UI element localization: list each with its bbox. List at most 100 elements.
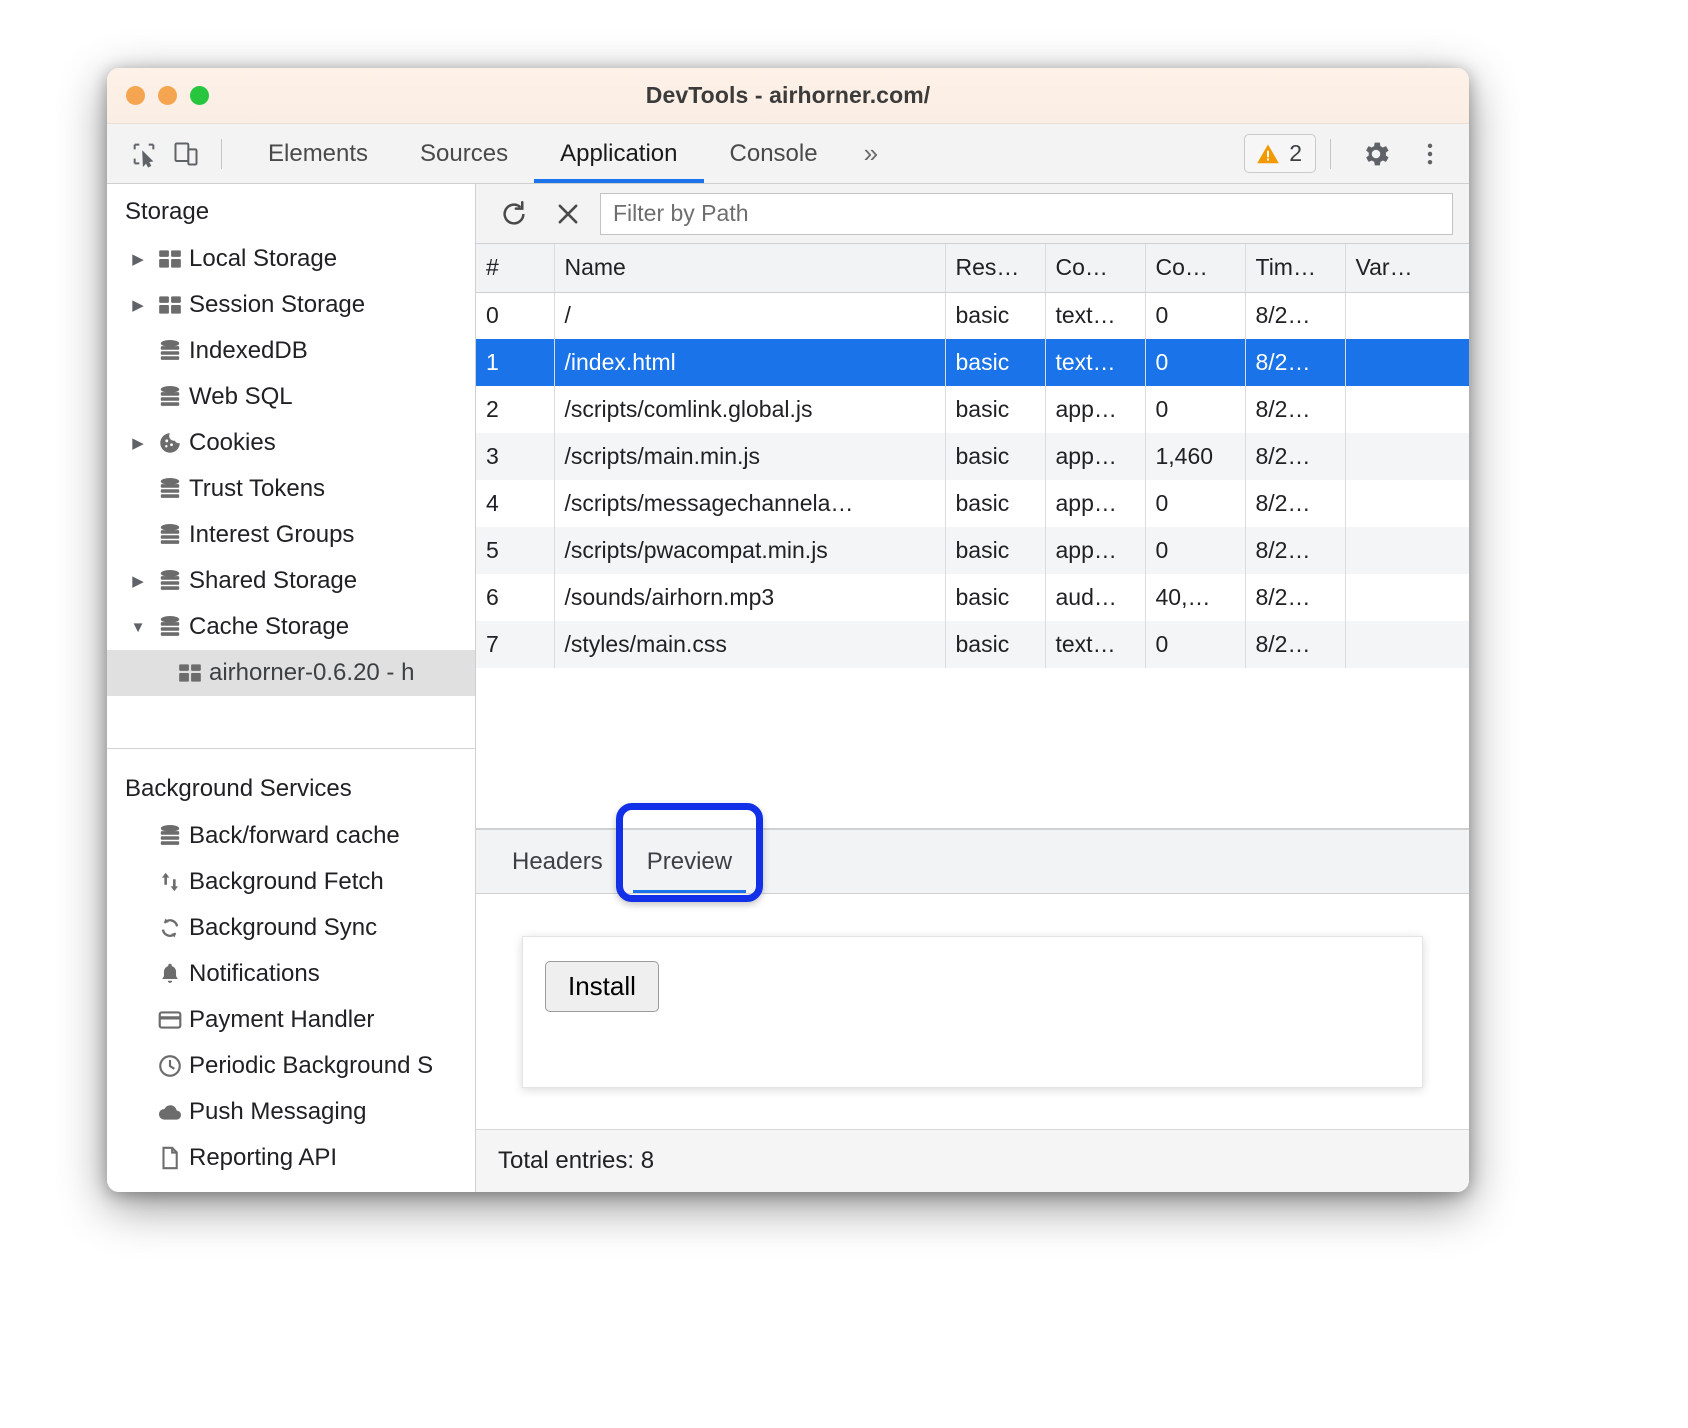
- clock-icon: [151, 1053, 189, 1079]
- sidebar-item-background-sync[interactable]: ▶ Background Sync: [107, 905, 475, 951]
- tab-sources-label: Sources: [420, 140, 508, 168]
- sidebar-item-indexeddb[interactable]: ▶ IndexedDB: [107, 328, 475, 374]
- tab-sources[interactable]: Sources: [394, 124, 534, 183]
- column-header-content-type[interactable]: Co…: [1045, 244, 1145, 292]
- kebab-menu-icon[interactable]: [1407, 131, 1453, 177]
- cell-response: basic: [945, 386, 1045, 433]
- sidebar-item-web-sql[interactable]: ▶ Web SQL: [107, 374, 475, 420]
- sidebar-item-label: Session Storage: [189, 291, 365, 319]
- chevron-down-icon[interactable]: ▼: [125, 619, 151, 636]
- filter-by-path-input[interactable]: [600, 193, 1453, 235]
- warning-count-label: 2: [1289, 140, 1302, 167]
- panel-tabs: Elements Sources Application Console »: [242, 124, 896, 183]
- sidebar-item-interest-groups[interactable]: ▶ Interest Groups: [107, 512, 475, 558]
- cell-time: 8/2…: [1245, 574, 1345, 621]
- tab-elements[interactable]: Elements: [242, 124, 394, 183]
- window-title: DevTools - airhorner.com/: [107, 82, 1469, 109]
- cell-time: 8/2…: [1245, 386, 1345, 433]
- column-header-name[interactable]: Name: [554, 244, 945, 292]
- cell-content-length: 0: [1145, 480, 1245, 527]
- sidebar-item-label: Background Sync: [189, 914, 377, 942]
- inspect-cursor-icon[interactable]: [123, 133, 165, 175]
- sidebar-item-label: Trust Tokens: [189, 475, 325, 503]
- tab-preview[interactable]: Preview: [625, 830, 754, 893]
- sidebar-item-local-storage[interactable]: ▶ Local Storage: [107, 236, 475, 282]
- chevron-right-icon[interactable]: ▶: [125, 296, 151, 314]
- tab-application[interactable]: Application: [534, 124, 703, 183]
- tab-headers[interactable]: Headers: [490, 830, 625, 893]
- more-panels-chevron-icon[interactable]: »: [844, 138, 896, 169]
- entry-detail-drawer: Headers Preview Install: [476, 829, 1469, 1130]
- chevron-right-icon[interactable]: ▶: [125, 250, 151, 268]
- cell-vary: [1345, 527, 1469, 574]
- cell-content-type: app…: [1045, 433, 1145, 480]
- sidebar-item-trust-tokens[interactable]: ▶ Trust Tokens: [107, 466, 475, 512]
- sidebar-item-label: Cookies: [189, 429, 276, 457]
- sidebar-item-label: Back/forward cache: [189, 822, 400, 850]
- gear-icon[interactable]: [1353, 131, 1399, 177]
- table-row[interactable]: 4 /scripts/messagechannela… basic app… 0…: [476, 480, 1469, 527]
- sidebar-item-label: Web SQL: [189, 383, 293, 411]
- chevron-right-icon[interactable]: ▶: [125, 572, 151, 590]
- sidebar-item-cookies[interactable]: ▶ Cookies: [107, 420, 475, 466]
- cell-content-length: 0: [1145, 386, 1245, 433]
- sidebar-item-push-messaging[interactable]: ▶ Push Messaging: [107, 1089, 475, 1135]
- table-row[interactable]: 1 /index.html basic text… 0 8/2…: [476, 339, 1469, 386]
- close-x-icon[interactable]: [546, 192, 590, 236]
- sidebar-item-shared-storage[interactable]: ▶ Shared Storage: [107, 558, 475, 604]
- column-header-content-length[interactable]: Co…: [1145, 244, 1245, 292]
- database-icon: [151, 614, 189, 640]
- sidebar-item-session-storage[interactable]: ▶ Session Storage: [107, 282, 475, 328]
- refresh-icon[interactable]: [492, 192, 536, 236]
- tab-application-label: Application: [560, 140, 677, 168]
- sidebar-item-background-fetch[interactable]: ▶ Background Fetch: [107, 859, 475, 905]
- cell-index: 4: [476, 480, 554, 527]
- chevron-right-icon[interactable]: ▶: [125, 434, 151, 452]
- cell-content-length: 1,460: [1145, 433, 1245, 480]
- warning-count-chip[interactable]: 2: [1244, 134, 1316, 173]
- table-row[interactable]: 3 /scripts/main.min.js basic app… 1,460 …: [476, 433, 1469, 480]
- device-toolbar-icon[interactable]: [165, 133, 207, 175]
- table-row[interactable]: 6 /sounds/airhorn.mp3 basic aud… 40,… 8/…: [476, 574, 1469, 621]
- cell-vary: [1345, 433, 1469, 480]
- sidebar-item-cache-storage[interactable]: ▼ Cache Storage: [107, 604, 475, 650]
- cell-time: 8/2…: [1245, 527, 1345, 574]
- cell-index: 2: [476, 386, 554, 433]
- database-icon: [151, 338, 189, 364]
- sidebar-item-label: Interest Groups: [189, 521, 354, 549]
- cell-time: 8/2…: [1245, 339, 1345, 386]
- table-row[interactable]: 7 /styles/main.css basic text… 0 8/2…: [476, 621, 1469, 668]
- cell-index: 0: [476, 292, 554, 339]
- sidebar-item-periodic-background-sync[interactable]: ▶ Periodic Background S: [107, 1043, 475, 1089]
- sidebar-item-payment-handler[interactable]: ▶ Payment Handler: [107, 997, 475, 1043]
- install-button[interactable]: Install: [545, 961, 659, 1012]
- preview-pane: Install: [476, 894, 1469, 1130]
- preview-rendered-page: Install: [522, 936, 1423, 1088]
- table-row[interactable]: 0 / basic text… 0 8/2…: [476, 292, 1469, 339]
- tab-console[interactable]: Console: [704, 124, 844, 183]
- toolbar-separator-2: [1330, 139, 1331, 169]
- sidebar-item-label: Local Storage: [189, 245, 337, 273]
- sidebar-item-back-forward-cache[interactable]: ▶ Back/forward cache: [107, 813, 475, 859]
- table-row[interactable]: 5 /scripts/pwacompat.min.js basic app… 0…: [476, 527, 1469, 574]
- sidebar-item-cache-airhorner[interactable]: airhorner-0.6.20 - h: [107, 650, 475, 696]
- table-body: 0 / basic text… 0 8/2… 1 /index.html: [476, 292, 1469, 668]
- status-bar: Total entries: 8: [476, 1130, 1469, 1192]
- column-header-index[interactable]: #: [476, 244, 554, 292]
- cell-time: 8/2…: [1245, 480, 1345, 527]
- column-header-vary[interactable]: Var…: [1345, 244, 1469, 292]
- cell-content-type: app…: [1045, 386, 1145, 433]
- column-header-time[interactable]: Tim…: [1245, 244, 1345, 292]
- cell-index: 5: [476, 527, 554, 574]
- cell-name: /index.html: [554, 339, 945, 386]
- cell-vary: [1345, 574, 1469, 621]
- cell-response: basic: [945, 339, 1045, 386]
- cell-content-length: 40,…: [1145, 574, 1245, 621]
- column-header-response[interactable]: Res…: [945, 244, 1045, 292]
- table-row[interactable]: 2 /scripts/comlink.global.js basic app… …: [476, 386, 1469, 433]
- cell-content-type: aud…: [1045, 574, 1145, 621]
- cell-response: basic: [945, 574, 1045, 621]
- sidebar-item-reporting-api[interactable]: ▶ Reporting API: [107, 1135, 475, 1181]
- cell-name: /scripts/messagechannela…: [554, 480, 945, 527]
- sidebar-item-notifications[interactable]: ▶ Notifications: [107, 951, 475, 997]
